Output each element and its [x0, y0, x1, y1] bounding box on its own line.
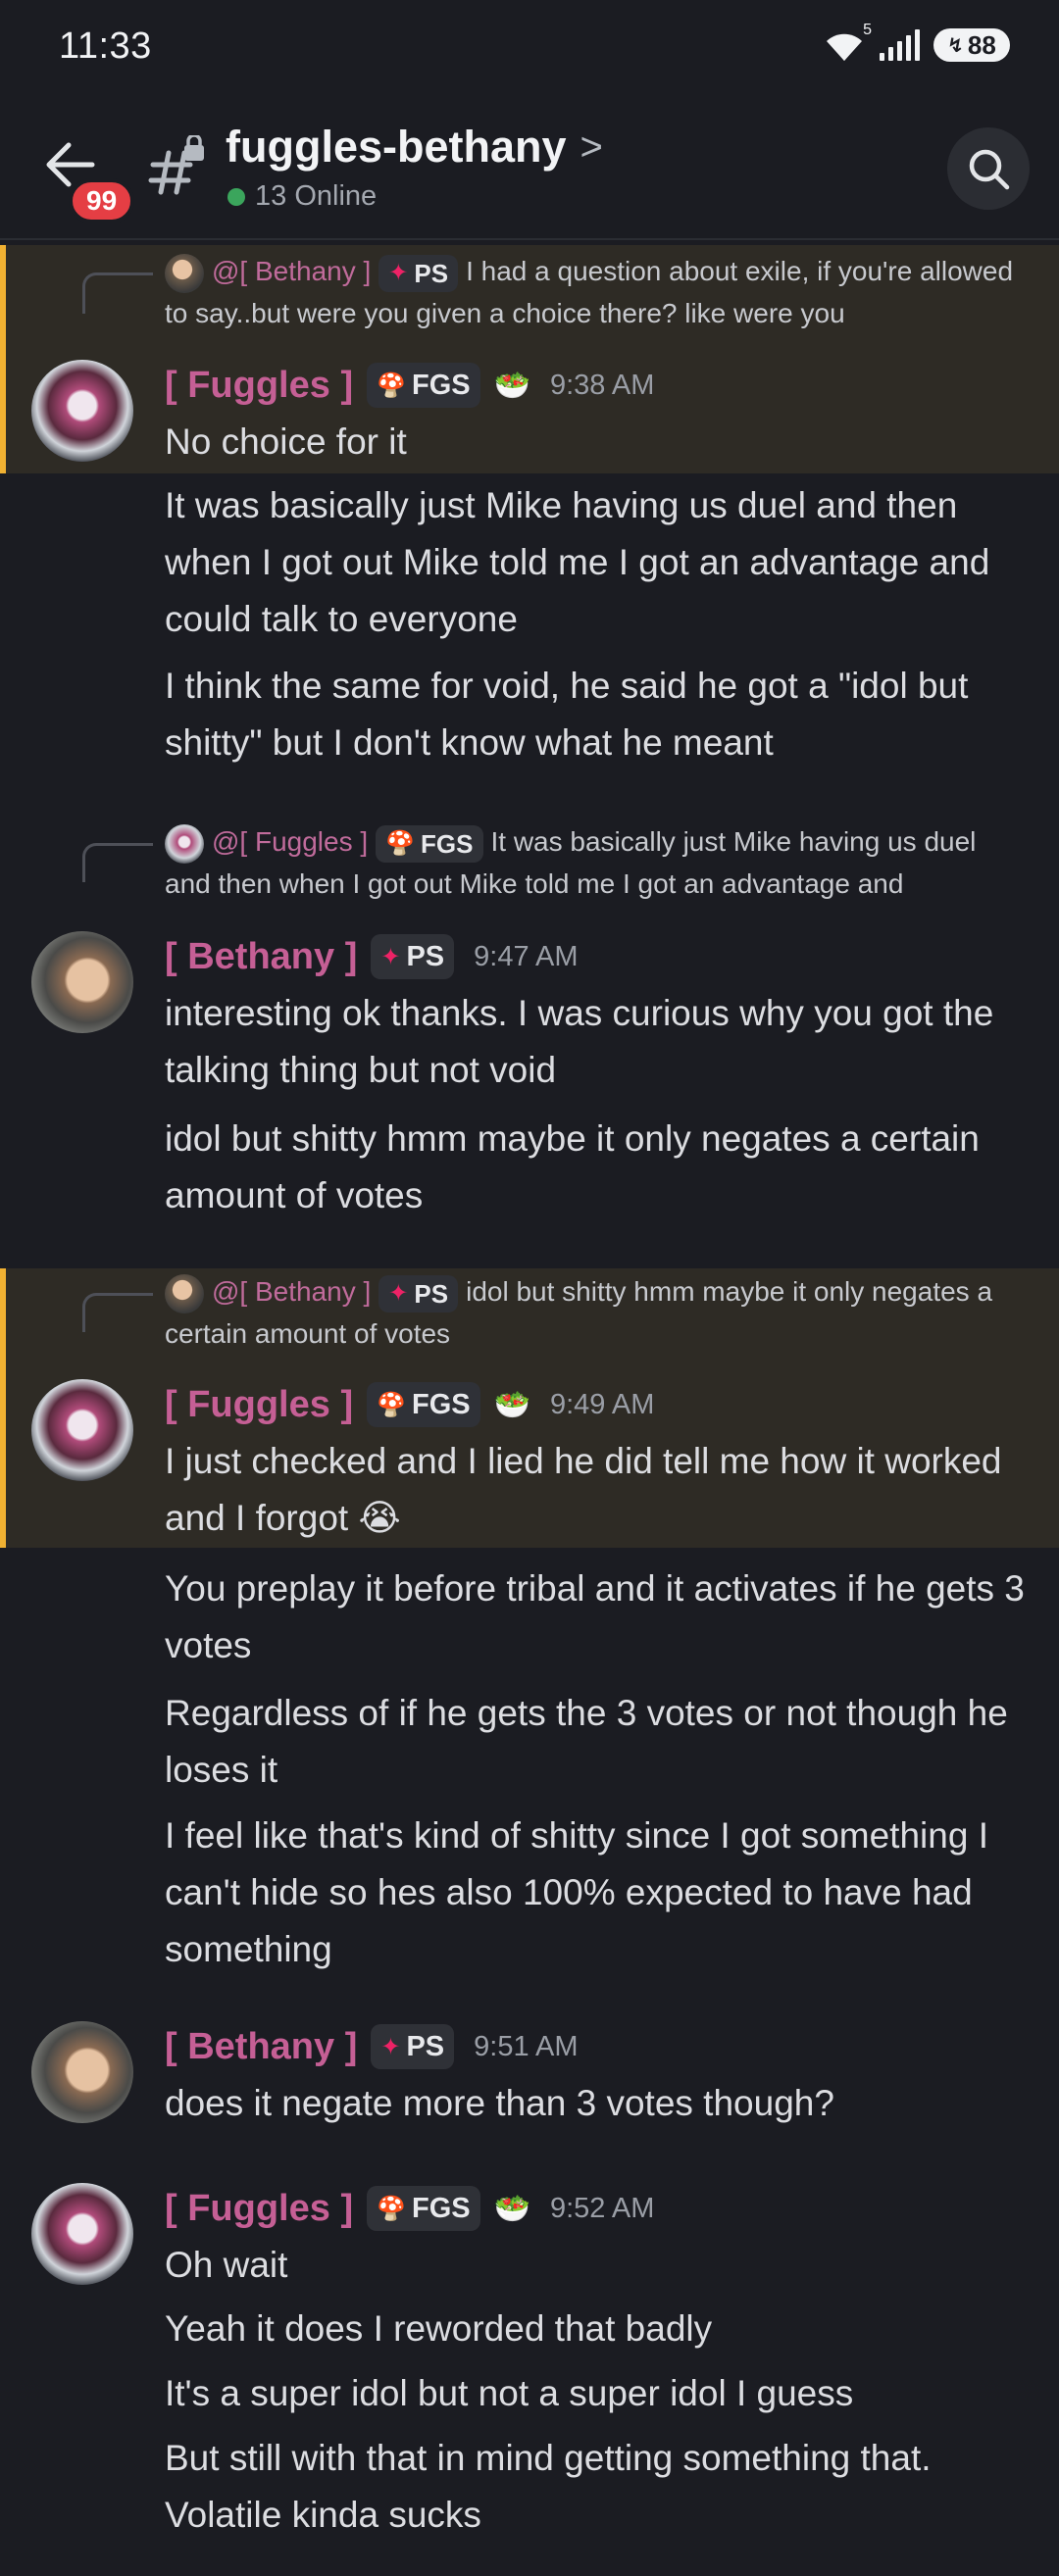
diamond-icon: ✦ [388, 259, 409, 286]
message-header: [ Fuggles ] 🍄 FGS 🥗 9:52 AM [165, 2186, 654, 2231]
diamond-icon: ✦ [380, 2033, 401, 2060]
message-text: Regardless of if he gets the 3 votes or … [165, 1693, 1008, 1790]
mushroom-icon: 🍄 [377, 2195, 406, 2222]
signal-icon [880, 29, 920, 61]
mushroom-icon: 🍄 [377, 1391, 406, 1418]
message-text: Yeah it does I reworded that badly [165, 2308, 713, 2349]
battery-icon: ↯ 88 [933, 28, 1010, 62]
avatar-bethany-mini [165, 253, 204, 293]
reply-mention: @[ Fuggles ] [212, 826, 369, 857]
wifi-icon: 5 [823, 22, 872, 63]
online-status: 13 Online [227, 180, 377, 213]
avatar-fuggles[interactable] [31, 2183, 133, 2285]
author-name[interactable]: [ Bethany ] [165, 2026, 357, 2068]
crying-face-icon: 😭 [358, 1498, 401, 1538]
role-tag-ps: ✦ PS [378, 254, 459, 292]
message-text: But still with that in mind getting some… [165, 2438, 932, 2535]
timestamp: 9:47 AM [474, 940, 579, 972]
avatar-bethany[interactable] [31, 2021, 133, 2123]
search-button[interactable] [947, 127, 1030, 210]
chevron-right-icon: > [580, 124, 603, 169]
status-bar: 11:33 5 ↯ 88 [0, 0, 1059, 98]
role-emoji-icon: 🥗 [493, 2192, 530, 2225]
reply-mention: @[ Bethany ] [212, 1276, 372, 1307]
message-text: idol but shitty hmm maybe it only negate… [165, 1118, 980, 1215]
role-tag-fgs: 🍄 FGS [367, 2186, 480, 2231]
timestamp: 9:38 AM [549, 369, 655, 401]
author-name[interactable]: [ Fuggles ] [165, 1384, 353, 1426]
avatar-bethany[interactable] [31, 931, 133, 1033]
message-text: I feel like that's kind of shitty since … [165, 1815, 988, 1969]
avatar-fuggles[interactable] [31, 1379, 133, 1481]
diamond-icon: ✦ [380, 943, 401, 970]
reply-connector [82, 843, 153, 882]
wifi-generation: 5 [863, 22, 872, 38]
message-text: It's a super idol but not a super idol I… [165, 2373, 854, 2413]
message-header: [ Fuggles ] 🍄 FGS 🥗 9:38 AM [165, 363, 654, 408]
reply-connector [82, 272, 153, 314]
timestamp: 9:49 AM [549, 1388, 655, 1420]
reply-connector [82, 1293, 153, 1332]
mushroom-icon: 🍄 [377, 372, 406, 399]
role-tag-fgs: 🍄 FGS [376, 824, 483, 863]
search-icon [969, 149, 1010, 190]
channel-title[interactable]: fuggles-bethany > [226, 122, 603, 173]
role-emoji-icon: 🥗 [493, 1388, 530, 1421]
charging-icon: ↯ [947, 34, 964, 57]
reply-mention: @[ Bethany ] [212, 256, 372, 286]
message-header: [ Bethany ] ✦ PS 9:51 AM [165, 2024, 579, 2069]
author-name[interactable]: [ Fuggles ] [165, 2188, 353, 2230]
role-emoji-icon: 🥗 [493, 369, 530, 402]
battery-level: 88 [967, 29, 996, 60]
message-text: You preplay it before tribal and it acti… [165, 1568, 1025, 1665]
message-text: does it negate more than 3 votes though? [165, 2083, 834, 2123]
message-text: I think the same for void, he said he go… [165, 666, 969, 763]
message-text: It was basically just Mike having us due… [165, 485, 990, 639]
message-text: No choice for it [165, 421, 407, 462]
mushroom-icon: 🍄 [385, 829, 416, 857]
reply-preview[interactable]: @[ Fuggles ] 🍄 FGS It was basically just Mi… [165, 821, 1028, 905]
private-channel-icon [147, 133, 208, 196]
unread-badge: 99 [69, 178, 135, 223]
online-dot-icon [227, 187, 245, 206]
reply-preview[interactable]: @[ Bethany ] ✦ PS idol but shitty hmm maybe… [165, 1271, 1028, 1355]
role-tag-fgs: 🍄 FGS [367, 363, 480, 408]
channel-header: 99 fuggles-bethany > 13 Online [0, 98, 1059, 240]
online-count: 13 Online [255, 180, 378, 212]
message-header: [ Bethany ] ✦ PS 9:47 AM [165, 934, 579, 979]
message-text: interesting ok thanks. I was curious why… [165, 993, 994, 1090]
avatar-fuggles[interactable] [31, 360, 133, 462]
reply-preview[interactable]: @[ Bethany ] ✦ PS I had a question about ex… [165, 251, 1028, 334]
avatar-bethany-mini [165, 1273, 204, 1313]
status-time: 11:33 [59, 25, 152, 67]
diamond-icon: ✦ [388, 1279, 409, 1307]
channel-name: fuggles-bethany [226, 122, 567, 172]
role-tag-fgs: 🍄 FGS [367, 1382, 480, 1427]
message-text: Oh wait [165, 2245, 288, 2285]
role-tag-ps: ✦ PS [371, 934, 455, 979]
timestamp: 9:52 AM [549, 2192, 655, 2224]
author-name[interactable]: [ Bethany ] [165, 936, 357, 978]
role-tag-ps: ✦ PS [371, 2024, 455, 2069]
role-tag-ps: ✦ PS [378, 1274, 459, 1313]
system-icons: 5 ↯ 88 [823, 22, 1010, 63]
avatar-fuggles-mini [165, 823, 204, 864]
author-name[interactable]: [ Fuggles ] [165, 365, 353, 407]
message-text: I just checked and I lied he did tell me… [165, 1441, 1002, 1538]
timestamp: 9:51 AM [474, 2030, 579, 2062]
message-header: [ Fuggles ] 🍄 FGS 🥗 9:49 AM [165, 1382, 654, 1427]
